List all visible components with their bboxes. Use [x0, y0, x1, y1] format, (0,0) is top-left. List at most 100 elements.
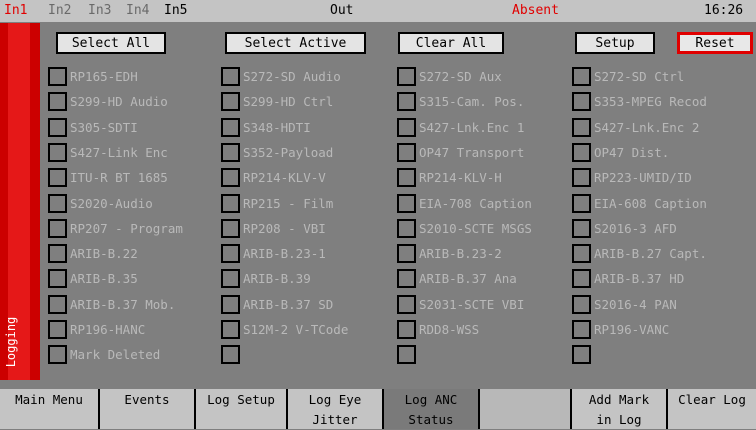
log-option[interactable]: S2020-Audio: [48, 193, 153, 213]
log-option[interactable]: S353-MPEG Recod: [572, 91, 707, 111]
checkbox[interactable]: [572, 167, 591, 187]
log-option[interactable]: OP47 Dist.: [572, 142, 669, 162]
input-3-indicator[interactable]: In3: [88, 3, 111, 18]
checkbox[interactable]: [48, 294, 67, 314]
log-option[interactable]: ARIB-B.39: [221, 268, 311, 288]
setup-button[interactable]: Setup: [575, 32, 655, 54]
checkbox[interactable]: [572, 91, 591, 111]
log-option[interactable]: S299-HD Ctrl: [221, 91, 333, 111]
checkbox[interactable]: [572, 319, 591, 339]
checkbox[interactable]: [48, 117, 67, 137]
log-option[interactable]: RP215 - Film: [221, 193, 333, 213]
log-option[interactable]: RP214-KLV-H: [397, 167, 502, 187]
clear-all-button[interactable]: Clear All: [398, 32, 504, 54]
checkbox[interactable]: [397, 66, 416, 86]
log-option[interactable]: S305-SDTI: [48, 117, 138, 137]
checkbox[interactable]: [221, 142, 240, 162]
checkbox[interactable]: [397, 344, 416, 364]
log-option[interactable]: [397, 344, 419, 364]
log-option[interactable]: ARIB-B.37 Mob.: [48, 294, 175, 314]
log-option[interactable]: ARIB-B.23-2: [397, 243, 502, 263]
tab-log-anc-status[interactable]: Log ANC Status: [384, 389, 480, 429]
input-5-indicator[interactable]: In5: [164, 3, 187, 18]
checkbox[interactable]: [48, 319, 67, 339]
log-option[interactable]: S272-SD Audio: [221, 66, 341, 86]
checkbox[interactable]: [397, 91, 416, 111]
checkbox[interactable]: [48, 268, 67, 288]
checkbox[interactable]: [572, 344, 591, 364]
checkbox[interactable]: [397, 193, 416, 213]
checkbox[interactable]: [397, 167, 416, 187]
checkbox[interactable]: [48, 344, 67, 364]
log-option[interactable]: Mark Deleted: [48, 344, 160, 364]
log-option[interactable]: RP208 - VBI: [221, 218, 326, 238]
log-option[interactable]: RP207 - Program: [48, 218, 183, 238]
checkbox[interactable]: [572, 243, 591, 263]
checkbox[interactable]: [397, 142, 416, 162]
log-option[interactable]: S2016-3 AFD: [572, 218, 677, 238]
log-option[interactable]: EIA-708 Caption: [397, 193, 532, 213]
log-option[interactable]: RDD8-WSS: [397, 319, 479, 339]
checkbox[interactable]: [397, 294, 416, 314]
log-option[interactable]: OP47 Transport: [397, 142, 524, 162]
log-option[interactable]: S2031-SCTE VBI: [397, 294, 524, 314]
input-1-indicator[interactable]: In1: [4, 3, 27, 18]
log-option[interactable]: S315-Cam. Pos.: [397, 91, 524, 111]
log-option[interactable]: RP196-VANC: [572, 319, 669, 339]
checkbox[interactable]: [221, 243, 240, 263]
checkbox[interactable]: [48, 91, 67, 111]
log-option[interactable]: S2016-4 PAN: [572, 294, 677, 314]
checkbox[interactable]: [48, 193, 67, 213]
select-all-button[interactable]: Select All: [56, 32, 166, 54]
tab-events[interactable]: Events: [100, 389, 196, 429]
log-option[interactable]: S427-Lnk.Enc 1: [397, 117, 524, 137]
input-2-indicator[interactable]: In2: [48, 3, 71, 18]
checkbox[interactable]: [397, 268, 416, 288]
input-4-indicator[interactable]: In4: [126, 3, 149, 18]
checkbox[interactable]: [48, 243, 67, 263]
tab-clear-log[interactable]: Clear Log: [668, 389, 756, 429]
checkbox[interactable]: [221, 167, 240, 187]
log-option[interactable]: S427-Lnk.Enc 2: [572, 117, 699, 137]
log-option[interactable]: S352-Payload: [221, 142, 333, 162]
checkbox[interactable]: [572, 218, 591, 238]
checkbox[interactable]: [221, 268, 240, 288]
checkbox[interactable]: [221, 66, 240, 86]
log-option[interactable]: S12M-2 V-TCode: [221, 319, 348, 339]
log-option[interactable]: RP196-HANC: [48, 319, 145, 339]
checkbox[interactable]: [572, 193, 591, 213]
log-option[interactable]: S427-Link Enc: [48, 142, 168, 162]
log-option[interactable]: S348-HDTI: [221, 117, 311, 137]
log-option[interactable]: S2010-SCTE MSGS: [397, 218, 532, 238]
log-option[interactable]: RP165-EDH: [48, 66, 138, 86]
tab-main-menu[interactable]: Main Menu: [0, 389, 100, 429]
log-option[interactable]: EIA-608 Caption: [572, 193, 707, 213]
tab-add-mark-in-log[interactable]: Add Mark in Log: [572, 389, 668, 429]
checkbox[interactable]: [48, 167, 67, 187]
log-option[interactable]: ARIB-B.27 Capt.: [572, 243, 707, 263]
checkbox[interactable]: [221, 193, 240, 213]
checkbox[interactable]: [572, 117, 591, 137]
checkbox[interactable]: [397, 117, 416, 137]
reset-button[interactable]: Reset: [677, 32, 753, 54]
tab-log-eye-jitter[interactable]: Log Eye Jitter: [288, 389, 384, 429]
log-option[interactable]: ARIB-B.35: [48, 268, 138, 288]
log-option[interactable]: [572, 344, 594, 364]
log-option[interactable]: ARIB-B.22: [48, 243, 138, 263]
log-option[interactable]: S299-HD Audio: [48, 91, 168, 111]
checkbox[interactable]: [572, 294, 591, 314]
log-option[interactable]: S272-SD Aux: [397, 66, 502, 86]
log-option[interactable]: ARIB-B.23-1: [221, 243, 326, 263]
checkbox[interactable]: [397, 218, 416, 238]
checkbox[interactable]: [221, 218, 240, 238]
select-active-button[interactable]: Select Active: [225, 32, 366, 54]
checkbox[interactable]: [221, 344, 240, 364]
checkbox[interactable]: [48, 142, 67, 162]
checkbox[interactable]: [221, 117, 240, 137]
checkbox[interactable]: [397, 319, 416, 339]
checkbox[interactable]: [397, 243, 416, 263]
checkbox[interactable]: [48, 218, 67, 238]
checkbox[interactable]: [572, 268, 591, 288]
log-option[interactable]: ARIB-B.37 SD: [221, 294, 333, 314]
checkbox[interactable]: [221, 319, 240, 339]
